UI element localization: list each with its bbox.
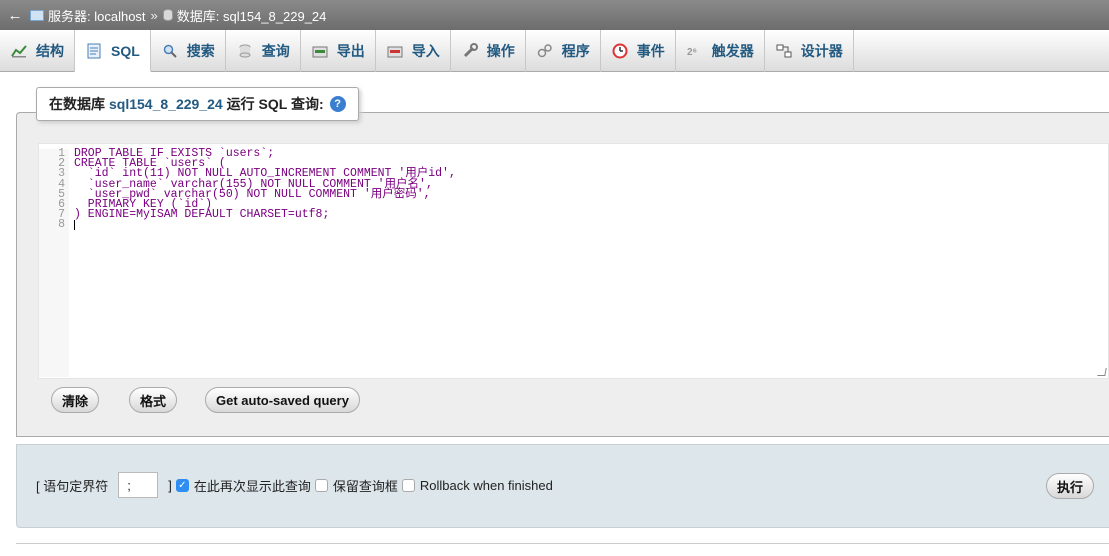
go-button[interactable]: 执行	[1046, 473, 1095, 499]
breadcrumb-server-label[interactable]: 服务器: localhost	[48, 6, 146, 25]
retain-query-box-checkbox[interactable]	[314, 478, 328, 492]
bottom-divider	[16, 543, 1109, 544]
legend-suffix: 运行 SQL 查询:	[226, 96, 324, 112]
help-icon[interactable]: ?	[329, 96, 346, 112]
tab-designer-label: 设计器	[800, 43, 843, 59]
search-icon	[161, 42, 179, 60]
delimiter-label-close: ]	[168, 477, 172, 493]
tab-export-label: 导出	[336, 43, 365, 59]
tab-sql[interactable]: SQL	[75, 30, 151, 72]
sql-page-icon	[85, 42, 103, 60]
tab-designer[interactable]: 设计器	[765, 30, 854, 72]
editor-code[interactable]: DROP TABLE IF EXISTS `users`; CREATE TAB…	[74, 147, 1104, 231]
format-button[interactable]: 格式	[129, 387, 178, 413]
tab-events[interactable]: 事件	[601, 30, 676, 72]
sql-editor[interactable]: 1 2 3 4 5 6 7 8 DROP TABLE IF EXISTS `us…	[38, 143, 1109, 379]
routines-icon	[536, 42, 554, 60]
delimiter-label: [ 语句定界符	[36, 478, 109, 494]
editor-gutter: 1 2 3 4 5 6 7 8	[39, 148, 69, 377]
tab-search[interactable]: 搜索	[151, 30, 226, 72]
delimiter-input[interactable]: ;	[118, 472, 159, 498]
breadcrumb-bar: ← 服务器: localhost » 数据库: sql154_8_229_24	[0, 0, 1109, 30]
tab-import[interactable]: 导入	[376, 30, 451, 72]
get-autosaved-query-button[interactable]: Get auto-saved query	[205, 387, 360, 413]
show-query-again-label[interactable]: 在此再次显示此查询	[194, 476, 311, 495]
breadcrumb-server[interactable]: 服务器: localhost	[30, 6, 146, 25]
tab-events-label: 事件	[636, 43, 665, 59]
export-icon	[311, 42, 329, 60]
tab-routines[interactable]: 程序	[526, 30, 601, 72]
clear-button[interactable]: 清除	[51, 387, 100, 413]
wrench-icon	[461, 42, 479, 60]
import-icon	[386, 42, 404, 60]
legend-prefix: 在数据库	[49, 96, 105, 112]
resize-handle-icon[interactable]	[1097, 368, 1107, 376]
server-icon	[30, 9, 44, 21]
line-number: 8	[58, 218, 65, 232]
tab-operations[interactable]: 操作	[451, 30, 526, 72]
legend-database-link[interactable]: sql154_8_229_24	[109, 96, 223, 112]
tab-operations-label: 操作	[486, 43, 515, 59]
options-row: [ 语句定界符 ; ] ✓ 在此再次显示此查询 保留查询框 Rollback w…	[36, 472, 553, 498]
tab-routines-label: 程序	[561, 43, 590, 59]
breadcrumb-database[interactable]: 数据库: sql154_8_229_24	[162, 6, 327, 25]
tab-query[interactable]: 查询	[226, 30, 301, 72]
text-cursor	[74, 220, 75, 231]
tab-triggers-label: 触发器	[711, 43, 754, 59]
tab-export[interactable]: 导出	[301, 30, 376, 72]
tab-structure-label: 结构	[36, 43, 64, 59]
breadcrumb-database-label[interactable]: 数据库: sql154_8_229_24	[177, 6, 327, 25]
sql-query-legend: 在数据库 sql154_8_229_24 运行 SQL 查询: ?	[36, 87, 359, 121]
trigger-icon: 2⁶	[686, 42, 704, 60]
query-icon	[236, 42, 254, 60]
retain-query-box-label[interactable]: 保留查询框	[333, 476, 398, 495]
code-line: `user_pwd` varchar(50) NOT NULL COMMENT …	[74, 187, 431, 201]
tab-sql-label: SQL	[111, 42, 140, 59]
tab-import-label: 导入	[411, 43, 440, 59]
breadcrumb-separator: »	[150, 7, 158, 23]
tab-structure[interactable]: 结构	[0, 30, 75, 72]
clock-icon	[611, 42, 629, 60]
chart-icon	[10, 42, 28, 60]
database-icon	[162, 9, 173, 21]
tab-bar: 结构 SQL 搜索 查询 导出 导入 操作 程序 事件 2⁶ 触发器 设计器	[0, 30, 1109, 72]
tab-query-label: 查询	[261, 43, 290, 59]
code-line: ) ENGINE=MyISAM DEFAULT CHARSET=utf8;	[74, 208, 330, 222]
tab-triggers[interactable]: 2⁶ 触发器	[676, 30, 765, 72]
show-query-again-checkbox[interactable]: ✓	[175, 478, 189, 492]
rollback-label[interactable]: Rollback when finished	[420, 478, 553, 493]
rollback-checkbox[interactable]	[401, 478, 415, 492]
svg-text:2⁶: 2⁶	[687, 47, 697, 57]
code-line-cursor	[74, 220, 1104, 231]
tab-search-label: 搜索	[186, 43, 215, 59]
designer-icon	[775, 42, 793, 60]
back-arrow-icon[interactable]: ←	[0, 7, 30, 24]
code-line: DROP TABLE IF EXISTS `users`;	[74, 147, 275, 160]
